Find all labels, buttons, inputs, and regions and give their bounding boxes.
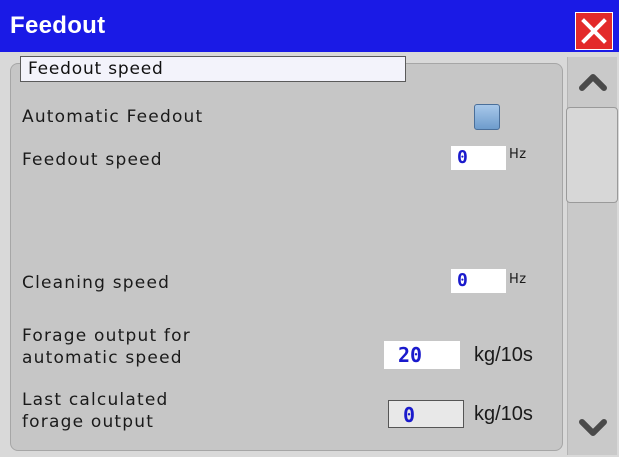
scrollbar-thumb[interactable] bbox=[566, 107, 618, 203]
last-calculated-label-line1: Last calculated bbox=[22, 390, 169, 410]
scroll-up-button[interactable] bbox=[572, 64, 614, 100]
scroll-down-button[interactable] bbox=[572, 410, 614, 446]
panel-tab-label: Feedout speed bbox=[20, 56, 406, 82]
forage-output-auto-label-line1: Forage output for bbox=[22, 326, 191, 346]
feedout-speed-label: Feedout speed bbox=[22, 150, 163, 170]
automatic-feedout-label: Automatic Feedout bbox=[22, 107, 204, 127]
cleaning-speed-unit: Hz bbox=[509, 272, 527, 287]
automatic-feedout-checkbox[interactable] bbox=[474, 104, 500, 130]
close-icon bbox=[581, 18, 607, 44]
feedout-speed-unit: Hz bbox=[509, 147, 527, 162]
last-calculated-value: 0 bbox=[388, 400, 464, 428]
forage-output-auto-unit: kg/10s bbox=[474, 344, 533, 366]
feedout-speed-input[interactable]: 0 bbox=[451, 146, 506, 170]
forage-output-auto-input[interactable]: 20 bbox=[384, 341, 460, 369]
last-calculated-label-line2: forage output bbox=[22, 412, 155, 432]
cleaning-speed-input[interactable]: 0 bbox=[451, 269, 506, 293]
cleaning-speed-label: Cleaning speed bbox=[22, 273, 171, 293]
window-title: Feedout bbox=[10, 12, 106, 39]
chevron-down-icon bbox=[579, 419, 607, 436]
last-calculated-unit: kg/10s bbox=[474, 403, 533, 425]
close-button[interactable] bbox=[575, 12, 613, 50]
chevron-up-icon bbox=[579, 74, 607, 91]
title-bar: Feedout bbox=[0, 0, 619, 52]
forage-output-auto-label-line2: automatic speed bbox=[22, 348, 183, 368]
